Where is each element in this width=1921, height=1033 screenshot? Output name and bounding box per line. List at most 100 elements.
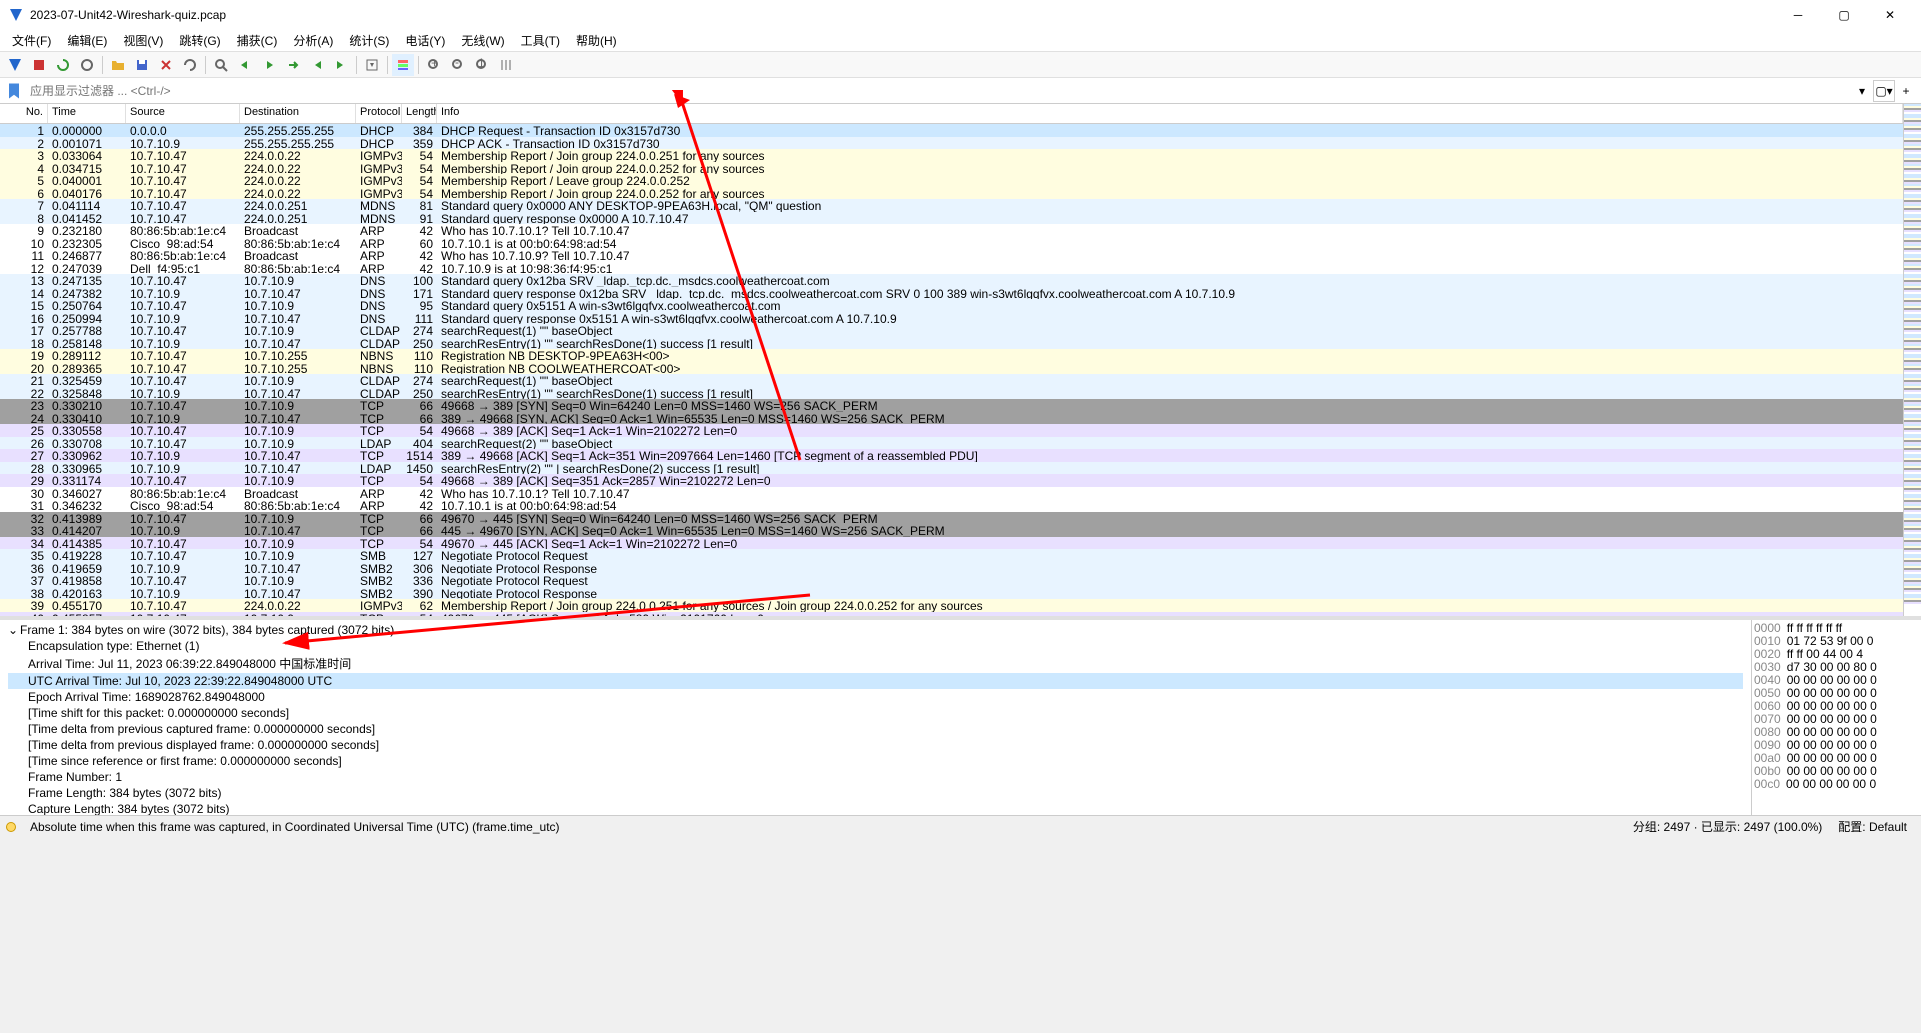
packet-row[interactable]: 220.32584810.7.10.910.7.10.47CLDAP250sea… [0, 387, 1903, 400]
status-profile[interactable]: 配置: Default [1830, 818, 1915, 835]
col-no[interactable]: No. [0, 104, 48, 123]
detail-line[interactable]: Frame Number: 1 [8, 769, 1743, 785]
packet-row[interactable]: 290.33117410.7.10.4710.7.10.9TCP5449668 … [0, 474, 1903, 487]
filter-bookmark-icon[interactable] [4, 81, 24, 101]
packet-row[interactable]: 210.32545910.7.10.4710.7.10.9CLDAP274sea… [0, 374, 1903, 387]
packet-list-header[interactable]: No. Time Source Destination Protocol Len… [0, 104, 1903, 124]
packet-details-pane[interactable]: ⌄Frame 1: 384 bytes on wire (3072 bits),… [0, 620, 1751, 815]
detail-line[interactable]: UTC Arrival Time: Jul 10, 2023 22:39:22.… [8, 673, 1743, 689]
col-length[interactable]: Length [402, 104, 437, 123]
packet-row[interactable]: 120.247039Dell_f4:95:c180:86:5b:ab:1e:c4… [0, 262, 1903, 275]
packet-row[interactable]: 390.45517010.7.10.47224.0.0.22IGMPv362Me… [0, 599, 1903, 612]
menu-item[interactable]: 编辑(E) [59, 30, 115, 51]
filter-add-icon[interactable]: + [1895, 80, 1917, 102]
menu-item[interactable]: 无线(W) [453, 30, 512, 51]
packet-row[interactable]: 340.41438510.7.10.4710.7.10.9TCP5449670 … [0, 537, 1903, 550]
menu-item[interactable]: 工具(T) [513, 30, 568, 51]
frame-header[interactable]: ⌄Frame 1: 384 bytes on wire (3072 bits),… [8, 622, 1743, 638]
packet-row[interactable]: 100.232305Cisco_98:ad:5480:86:5b:ab:1e:c… [0, 237, 1903, 250]
packet-row[interactable]: 190.28911210.7.10.4710.7.10.255NBNS110Re… [0, 349, 1903, 362]
packet-row[interactable]: 360.41965910.7.10.910.7.10.47SMB2306Nego… [0, 562, 1903, 575]
filter-expression-icon[interactable]: ▢▾ [1873, 80, 1895, 102]
zoom-in-icon[interactable]: + [423, 54, 445, 76]
packet-row[interactable]: 70.04111410.7.10.47224.0.0.251MDNS81Stan… [0, 199, 1903, 212]
packet-row[interactable]: 200.28936510.7.10.4710.7.10.255NBNS110Re… [0, 362, 1903, 375]
packet-row[interactable]: 320.41398910.7.10.4710.7.10.9TCP6649670 … [0, 512, 1903, 525]
menu-item[interactable]: 跳转(G) [171, 30, 228, 51]
packet-row[interactable]: 230.33021010.7.10.4710.7.10.9TCP6649668 … [0, 399, 1903, 412]
colorize-icon[interactable] [392, 54, 414, 76]
menu-item[interactable]: 分析(A) [285, 30, 341, 51]
packet-row[interactable]: 300.34602780:86:5b:ab:1e:c4BroadcastARP4… [0, 487, 1903, 500]
packet-row[interactable]: 140.24738210.7.10.910.7.10.47DNS171Stand… [0, 287, 1903, 300]
start-capture-icon[interactable] [4, 54, 26, 76]
save-file-icon[interactable] [131, 54, 153, 76]
detail-line[interactable]: [Time delta from previous captured frame… [8, 721, 1743, 737]
menu-item[interactable]: 帮助(H) [568, 30, 625, 51]
capture-options-icon[interactable] [76, 54, 98, 76]
restart-capture-icon[interactable] [52, 54, 74, 76]
packet-row[interactable]: 30.03306410.7.10.47224.0.0.22IGMPv354Mem… [0, 149, 1903, 162]
packet-minimap[interactable] [1903, 104, 1921, 616]
go-last-icon[interactable] [330, 54, 352, 76]
col-destination[interactable]: Destination [240, 104, 356, 123]
display-filter-input[interactable] [28, 82, 1851, 100]
col-source[interactable]: Source [126, 104, 240, 123]
detail-line[interactable]: [Time delta from previous displayed fram… [8, 737, 1743, 753]
packet-row[interactable]: 250.33055810.7.10.4710.7.10.9TCP5449668 … [0, 424, 1903, 437]
packet-row[interactable]: 130.24713510.7.10.4710.7.10.9DNS100Stand… [0, 274, 1903, 287]
packet-row[interactable]: 370.41985810.7.10.4710.7.10.9SMB2336Nego… [0, 574, 1903, 587]
packet-row[interactable]: 110.24687780:86:5b:ab:1e:c4BroadcastARP4… [0, 249, 1903, 262]
packet-row[interactable]: 170.25778810.7.10.4710.7.10.9CLDAP274sea… [0, 324, 1903, 337]
packet-list-body[interactable]: 10.0000000.0.0.0255.255.255.255DHCP384DH… [0, 124, 1903, 616]
packet-row[interactable]: 180.25814810.7.10.910.7.10.47CLDAP250sea… [0, 337, 1903, 350]
menu-item[interactable]: 电话(Y) [397, 30, 453, 51]
auto-scroll-icon[interactable] [361, 54, 383, 76]
zoom-reset-icon[interactable]: 1 [471, 54, 493, 76]
go-forward-icon[interactable] [258, 54, 280, 76]
packet-row[interactable]: 10.0000000.0.0.0255.255.255.255DHCP384DH… [0, 124, 1903, 137]
reload-icon[interactable] [179, 54, 201, 76]
packet-row[interactable]: 350.41922810.7.10.4710.7.10.9SMB127Negot… [0, 549, 1903, 562]
minimize-button[interactable]: ─ [1775, 0, 1821, 30]
detail-line[interactable]: Epoch Arrival Time: 1689028762.849048000 [8, 689, 1743, 705]
detail-line[interactable]: Arrival Time: Jul 11, 2023 06:39:22.8490… [8, 654, 1743, 673]
zoom-out-icon[interactable]: - [447, 54, 469, 76]
packet-row[interactable]: 240.33041010.7.10.910.7.10.47TCP66389 → … [0, 412, 1903, 425]
detail-line[interactable]: [Time shift for this packet: 0.000000000… [8, 705, 1743, 721]
packet-row[interactable]: 380.42016310.7.10.910.7.10.47SMB2390Nego… [0, 587, 1903, 600]
packet-row[interactable]: 270.33096210.7.10.910.7.10.47TCP1514389 … [0, 449, 1903, 462]
go-back-icon[interactable] [234, 54, 256, 76]
close-file-icon[interactable] [155, 54, 177, 76]
packet-row[interactable]: 330.41420710.7.10.910.7.10.47TCP66445 → … [0, 524, 1903, 537]
open-file-icon[interactable] [107, 54, 129, 76]
packet-row[interactable]: 260.33070810.7.10.4710.7.10.9LDAP404sear… [0, 437, 1903, 450]
find-icon[interactable] [210, 54, 232, 76]
packet-row[interactable]: 60.04017610.7.10.47224.0.0.22IGMPv354Mem… [0, 187, 1903, 200]
detail-line[interactable]: Encapsulation type: Ethernet (1) [8, 638, 1743, 654]
packet-row[interactable]: 150.25076410.7.10.4710.7.10.9DNS95Standa… [0, 299, 1903, 312]
go-first-icon[interactable] [306, 54, 328, 76]
close-button[interactable]: ✕ [1867, 0, 1913, 30]
go-to-packet-icon[interactable] [282, 54, 304, 76]
stop-capture-icon[interactable] [28, 54, 50, 76]
packet-row[interactable]: 80.04145210.7.10.47224.0.0.251MDNS91Stan… [0, 212, 1903, 225]
packet-row[interactable]: 50.04000110.7.10.47224.0.0.22IGMPv354Mem… [0, 174, 1903, 187]
detail-line[interactable]: [Time since reference or first frame: 0.… [8, 753, 1743, 769]
packet-bytes-pane[interactable]: 0000ff ff ff ff ff ff001001 72 53 9f 00 … [1751, 620, 1921, 815]
menu-item[interactable]: 统计(S) [341, 30, 397, 51]
packet-row[interactable]: 280.33096510.7.10.910.7.10.47LDAP1450sea… [0, 462, 1903, 475]
packet-row[interactable]: 310.346232Cisco_98:ad:5480:86:5b:ab:1e:c… [0, 499, 1903, 512]
resize-columns-icon[interactable] [495, 54, 517, 76]
maximize-button[interactable]: ▢ [1821, 0, 1867, 30]
packet-row[interactable]: 20.00107110.7.10.9255.255.255.255DHCP359… [0, 137, 1903, 150]
col-protocol[interactable]: Protocol [356, 104, 402, 123]
packet-row[interactable]: 160.25099410.7.10.910.7.10.47DNS111Stand… [0, 312, 1903, 325]
menu-item[interactable]: 文件(F) [4, 30, 59, 51]
filter-dropdown-icon[interactable]: ▾ [1851, 80, 1873, 102]
expert-info-icon[interactable] [6, 822, 16, 832]
col-time[interactable]: Time [48, 104, 126, 123]
packet-row[interactable]: 400.45585710.7.10.4710.7.10.9TCP5449670 … [0, 612, 1903, 617]
hex-line[interactable]: 00c000 00 00 00 00 0 [1754, 778, 1919, 791]
packet-row[interactable]: 40.03471510.7.10.47224.0.0.22IGMPv354Mem… [0, 162, 1903, 175]
